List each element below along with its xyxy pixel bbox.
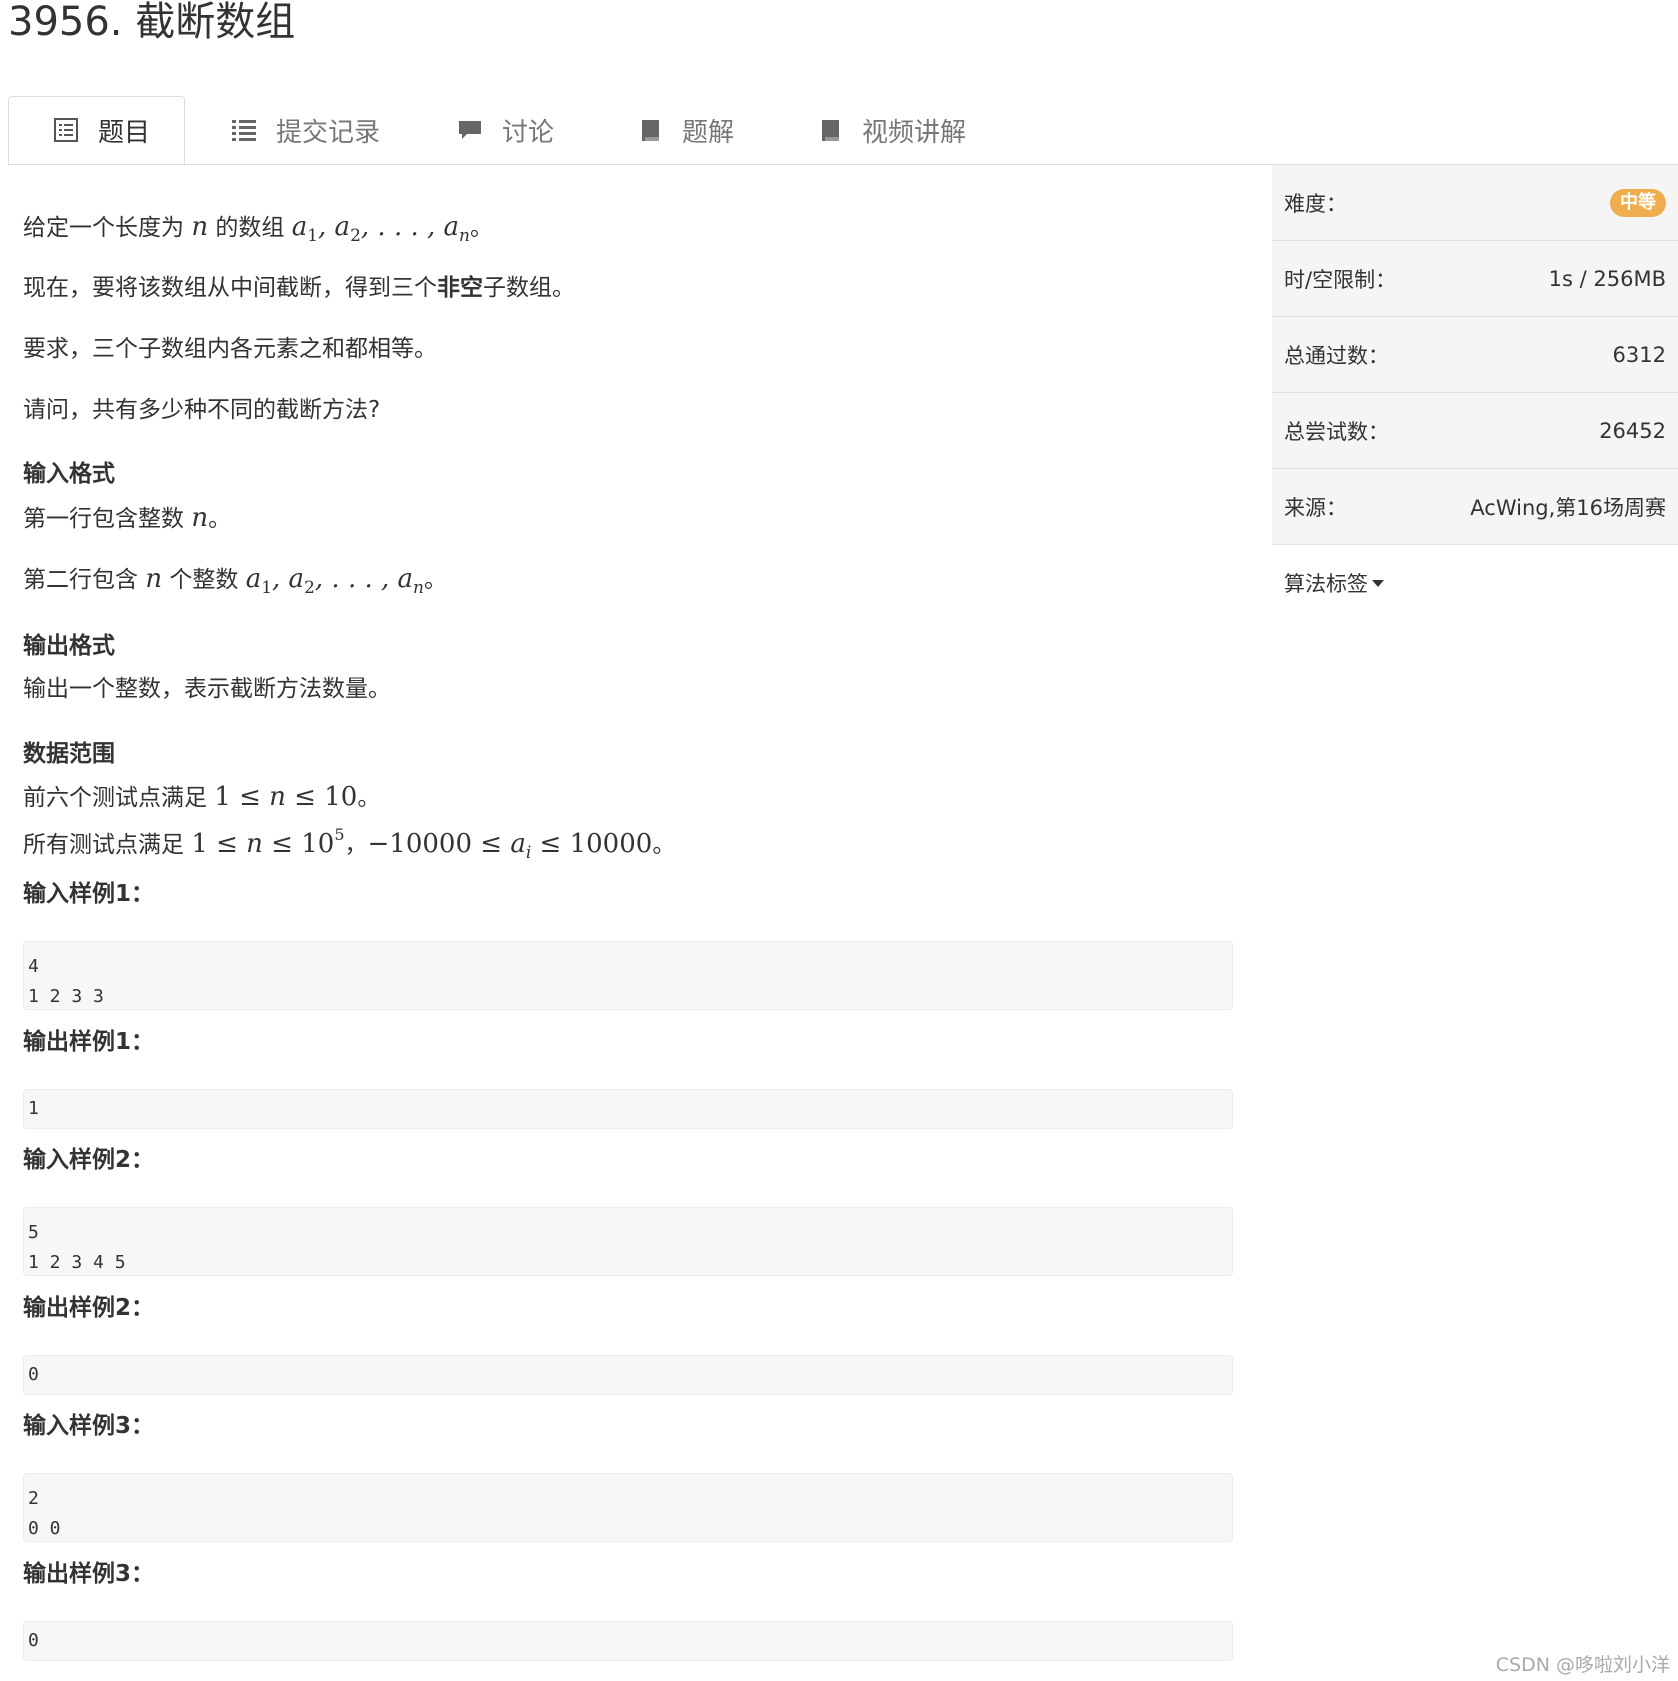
data-range-heading: 数据范围 — [23, 741, 115, 767]
sample-label: 输出样例3： — [23, 1561, 155, 1587]
problem-statement-line: 现在，要将该数组从中间截断，得到三个非空子数组。 — [23, 275, 575, 301]
output-format-heading: 输出格式 — [23, 633, 115, 659]
sample-label: 输入样例3： — [23, 1413, 155, 1439]
comment-icon — [456, 116, 484, 144]
source-value[interactable]: AcWing,第16场周赛 — [1470, 492, 1666, 522]
passed-label: 总通过数： — [1284, 343, 1389, 368]
tab-video[interactable]: 视频讲解 — [816, 96, 966, 164]
tab-label: 视频讲解 — [862, 117, 967, 148]
sample-output-2[interactable]: 0 — [23, 1355, 1233, 1395]
sample-input-1[interactable]: 4 1 2 3 3 — [23, 941, 1233, 1010]
limit-row: 时/空限制： 1s / 256MB — [1272, 241, 1678, 317]
source-label: 来源： — [1284, 495, 1347, 520]
sample-input-3[interactable]: 2 0 0 — [23, 1473, 1233, 1542]
tab-discussion[interactable]: 讨论 — [456, 96, 554, 164]
tab-label: 讨论 — [502, 117, 555, 148]
problem-statement-line: 给定一个长度为 n 的数组 a1, a2, . . . , an。 — [23, 212, 493, 246]
passed-row: 总通过数： 6312 — [1272, 317, 1678, 393]
book-icon — [816, 116, 844, 144]
data-range-line: 所有测试点满足 1 ≤ n ≤ 105，−10000 ≤ ai ≤ 10000。 — [23, 825, 676, 863]
limit-label: 时/空限制： — [1284, 267, 1397, 292]
sample-output-1[interactable]: 1 — [23, 1089, 1233, 1129]
source-row: 来源： AcWing,第16场周赛 — [1272, 469, 1678, 545]
difficulty-row: 难度： 中等 — [1272, 165, 1678, 241]
input-format-line: 第一行包含整数 n。 — [23, 503, 232, 533]
sample-label: 输出样例2： — [23, 1295, 155, 1321]
problem-statement-line: 要求，三个子数组内各元素之和都相等。 — [23, 336, 437, 362]
tab-label: 题目 — [98, 117, 151, 148]
problem-statement-line: 请问，共有多少种不同的截断方法? — [23, 397, 381, 423]
data-range-line: 前六个测试点满足 1 ≤ n ≤ 10。 — [23, 782, 381, 812]
attempts-row: 总尝试数： 26452 — [1272, 393, 1678, 469]
difficulty-badge: 中等 — [1610, 188, 1666, 217]
tab-label: 题解 — [682, 117, 735, 148]
watermark: CSDN @哆啦刘小洋 — [1495, 1654, 1670, 1676]
list-icon — [230, 116, 258, 144]
tags-label: 算法标签 — [1284, 572, 1368, 596]
output-format-line: 输出一个整数，表示截断方法数量。 — [23, 676, 391, 702]
book-icon — [636, 116, 664, 144]
sample-output-3[interactable]: 0 — [23, 1621, 1233, 1661]
limit-value: 1s / 256MB — [1548, 266, 1666, 291]
algorithm-tags-toggle[interactable]: 算法标签 — [1272, 545, 1678, 621]
attempts-label: 总尝试数： — [1284, 419, 1389, 444]
caret-down-icon — [1372, 579, 1384, 587]
tab-bar: 题目 提交记录 讨论 题解 视频讲解 — [8, 96, 1678, 165]
difficulty-label: 难度： — [1284, 191, 1347, 216]
input-format-line: 第二行包含 n 个整数 a1, a2, . . . , an。 — [23, 564, 447, 598]
tab-submissions[interactable]: 提交记录 — [230, 96, 380, 164]
sample-input-2[interactable]: 5 1 2 3 4 5 — [23, 1207, 1233, 1276]
sample-label: 输入样例1： — [23, 881, 155, 907]
tab-problem[interactable]: 题目 — [8, 96, 185, 164]
tab-solutions[interactable]: 题解 — [636, 96, 734, 164]
passed-value: 6312 — [1612, 342, 1666, 367]
problem-title: 3956. 截断数组 — [8, 0, 296, 45]
input-format-heading: 输入格式 — [23, 461, 115, 487]
tab-label: 提交记录 — [276, 117, 381, 148]
list-alt-icon — [52, 116, 80, 144]
attempts-value: 26452 — [1599, 418, 1666, 443]
sample-label: 输入样例2： — [23, 1147, 155, 1173]
sample-label: 输出样例1： — [23, 1029, 155, 1055]
